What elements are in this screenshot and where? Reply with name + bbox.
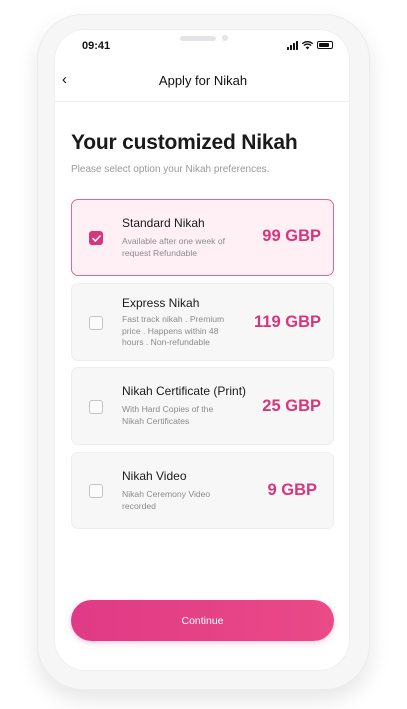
- checkbox-unchecked[interactable]: [89, 484, 103, 498]
- page-title: Apply for Nikah: [158, 73, 248, 88]
- option-title: Nikah Certificate (Print): [122, 384, 247, 398]
- option-description: Nikah Ceremony Video recorded: [122, 489, 211, 511]
- option-price: 119 GBP: [254, 313, 321, 331]
- option-price: 99 GBP: [262, 227, 321, 245]
- checkmark-icon: [91, 234, 101, 242]
- status-icons: [287, 39, 337, 51]
- checkbox-unchecked[interactable]: [89, 316, 103, 330]
- back-button[interactable]: ‹: [62, 71, 78, 89]
- header-divider: [55, 101, 349, 102]
- checkbox-unchecked[interactable]: [89, 400, 103, 414]
- signal-icon: [287, 40, 298, 50]
- option-description: Fast track nikah . Premium price . Happe…: [122, 314, 225, 347]
- option-title: Express Nikah: [122, 296, 200, 310]
- option-title: Nikah Video: [122, 469, 187, 483]
- section-subheading: Please select option your Nikah preferen…: [71, 164, 270, 175]
- option-description: Available after one week of request Refu…: [122, 236, 226, 258]
- front-camera: [222, 35, 228, 41]
- option-price: 9 GBP: [267, 481, 317, 499]
- checkbox-checked[interactable]: [89, 231, 103, 245]
- wifi-icon: [302, 40, 313, 49]
- speaker-grille: [180, 36, 216, 41]
- continue-button[interactable]: Continue: [71, 600, 334, 641]
- section-heading: Your customized Nikah: [71, 131, 298, 154]
- option-price: 25 GBP: [262, 397, 321, 415]
- option-nikah-video[interactable]: Nikah Video Nikah Ceremony Video recorde…: [71, 452, 334, 529]
- chevron-left-icon: ‹: [62, 71, 67, 88]
- option-title: Standard Nikah: [122, 216, 205, 230]
- option-express-nikah[interactable]: Express Nikah Fast track nikah . Premium…: [71, 283, 334, 361]
- option-standard-nikah[interactable]: Standard Nikah Available after one week …: [71, 199, 334, 276]
- option-description: With Hard Copies of the Nikah Certificat…: [122, 404, 214, 426]
- status-time: 09:41: [82, 40, 111, 52]
- battery-icon: [317, 41, 333, 49]
- option-nikah-certificate[interactable]: Nikah Certificate (Print) With Hard Copi…: [71, 367, 334, 445]
